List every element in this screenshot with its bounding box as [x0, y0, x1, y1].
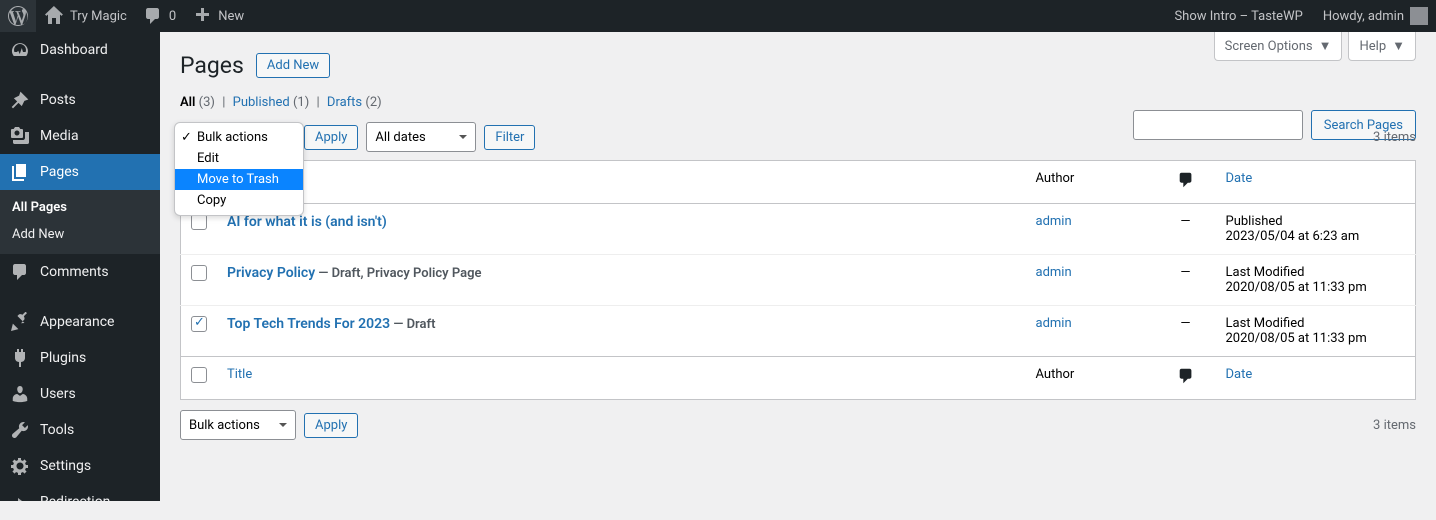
row-checkbox[interactable] [191, 214, 207, 230]
new-label: New [218, 9, 244, 24]
media-icon [10, 126, 30, 146]
dropdown-option-bulk[interactable]: Bulk actions [175, 127, 303, 148]
select-all-checkbox-bottom[interactable] [191, 367, 207, 383]
dropdown-option-copy[interactable]: Copy [175, 190, 303, 211]
appearance-icon [10, 312, 30, 332]
column-date[interactable]: Date [1226, 171, 1253, 186]
users-icon [10, 384, 30, 404]
sidebar-item-plugins[interactable]: Plugins [0, 340, 160, 376]
items-count-bottom: 3 items [1373, 418, 1416, 433]
screen-options-toggle[interactable]: Screen Options ▼ [1214, 32, 1343, 61]
filter-drafts[interactable]: Drafts [327, 95, 362, 110]
chevron-down-icon: ▼ [1319, 38, 1332, 54]
comments-link[interactable]: 0 [135, 0, 184, 32]
wordpress-icon [8, 6, 28, 26]
column-author: Author [1036, 171, 1075, 186]
page-title-link[interactable]: AI for what it is (and isn't) [227, 214, 387, 230]
filter-links: All (3) | Published (1) | Drafts (2) [180, 95, 1416, 110]
date-cell: Last Modified2020/08/05 at 11:33 pm [1216, 306, 1416, 357]
table-row: AI for what it is (and isn't) admin — Pu… [181, 204, 1416, 255]
settings-icon [10, 456, 30, 476]
pin-icon [10, 90, 30, 110]
apply-bulk-button-bottom[interactable]: Apply [304, 413, 358, 438]
date-cell: Published2023/05/04 at 6:23 am [1216, 204, 1416, 255]
sidebar-item-tools[interactable]: Tools [0, 412, 160, 448]
row-checkbox[interactable] [191, 265, 207, 281]
comment-count: 0 [169, 9, 176, 24]
wp-logo[interactable] [0, 0, 36, 32]
account-menu[interactable]: Howdy, admin [1315, 7, 1428, 25]
page-title-link[interactable]: Top Tech Trends For 2023 [227, 316, 390, 332]
sidebar-subitem-all-pages[interactable]: All Pages [0, 190, 160, 221]
bulk-actions-dropdown: Bulk actions Edit Move to Trash Copy [174, 122, 304, 216]
redirection-icon [10, 492, 30, 512]
column-date-bottom[interactable]: Date [1226, 367, 1253, 382]
pages-table: Title Author Date AI for what it is (and… [180, 160, 1416, 400]
table-row: Top Tech Trends For 2023 — Draft admin —… [181, 306, 1416, 357]
author-link[interactable]: admin [1036, 265, 1072, 280]
plugin-icon [10, 348, 30, 368]
sidebar-item-redirection[interactable]: Redirection [0, 484, 160, 520]
comment-icon [1177, 367, 1195, 385]
sidebar-item-pages[interactable]: Pages [0, 154, 160, 190]
plus-icon [192, 6, 212, 26]
comment-icon [10, 262, 30, 282]
page-icon [10, 162, 30, 182]
sidebar-item-appearance[interactable]: Appearance [0, 304, 160, 340]
items-count: 3 items [1373, 130, 1416, 145]
post-state: — Draft, Privacy Policy Page [315, 266, 481, 281]
site-home[interactable]: Try Magic [36, 0, 135, 32]
help-toggle[interactable]: Help ▼ [1348, 32, 1416, 61]
main-content: Screen Options ▼ Help ▼ Pages Add New Al… [160, 32, 1436, 460]
author-link[interactable]: admin [1036, 316, 1072, 331]
column-title-bottom[interactable]: Title [227, 367, 252, 382]
avatar [1410, 7, 1428, 25]
comment-icon [143, 6, 163, 26]
chevron-down-icon: ▼ [1392, 38, 1405, 54]
sidebar-item-users[interactable]: Users [0, 376, 160, 412]
bulk-actions-select-bottom[interactable]: Bulk actions [180, 410, 296, 440]
page-title: Pages [180, 52, 244, 79]
new-content[interactable]: New [184, 0, 252, 32]
filter-button[interactable]: Filter [484, 125, 535, 150]
date-filter-select[interactable]: All dates [366, 122, 476, 152]
sidebar-item-dashboard[interactable]: Dashboard [0, 32, 160, 68]
comments-cell: — [1156, 255, 1216, 306]
add-new-button[interactable]: Add New [256, 53, 330, 78]
table-row: Privacy Policy — Draft, Privacy Policy P… [181, 255, 1416, 306]
page-title-link[interactable]: Privacy Policy [227, 265, 315, 281]
sidebar-item-media[interactable]: Media [0, 118, 160, 154]
tools-icon [10, 420, 30, 440]
dashboard-icon [10, 40, 30, 60]
dropdown-option-trash[interactable]: Move to Trash [175, 169, 303, 190]
sidebar-subitem-add-new[interactable]: Add New [0, 221, 160, 254]
post-state: — Draft [390, 317, 435, 332]
author-link[interactable]: admin [1036, 214, 1072, 229]
row-checkbox[interactable] [191, 316, 207, 332]
site-name: Try Magic [70, 9, 127, 24]
show-intro-link[interactable]: Show Intro – TasteWP [1174, 9, 1302, 24]
howdy-text: Howdy, admin [1323, 9, 1404, 24]
date-cell: Last Modified2020/08/05 at 11:33 pm [1216, 255, 1416, 306]
comment-icon [1177, 171, 1195, 189]
filter-all[interactable]: All (3) [180, 95, 215, 110]
admin-bar: Try Magic 0 New Show Intro – TasteWP How… [0, 0, 1436, 32]
sidebar-item-comments[interactable]: Comments [0, 254, 160, 290]
sidebar-item-settings[interactable]: Settings [0, 448, 160, 484]
apply-bulk-button[interactable]: Apply [304, 125, 358, 150]
comments-cell: — [1156, 204, 1216, 255]
column-author-bottom: Author [1036, 367, 1075, 382]
comments-cell: — [1156, 306, 1216, 357]
dropdown-option-edit[interactable]: Edit [175, 148, 303, 169]
filter-published[interactable]: Published [233, 95, 290, 110]
sidebar-item-posts[interactable]: Posts [0, 82, 160, 118]
home-icon [44, 6, 64, 26]
admin-sidebar: Dashboard Posts Media Pages All Pages Ad… [0, 32, 160, 501]
